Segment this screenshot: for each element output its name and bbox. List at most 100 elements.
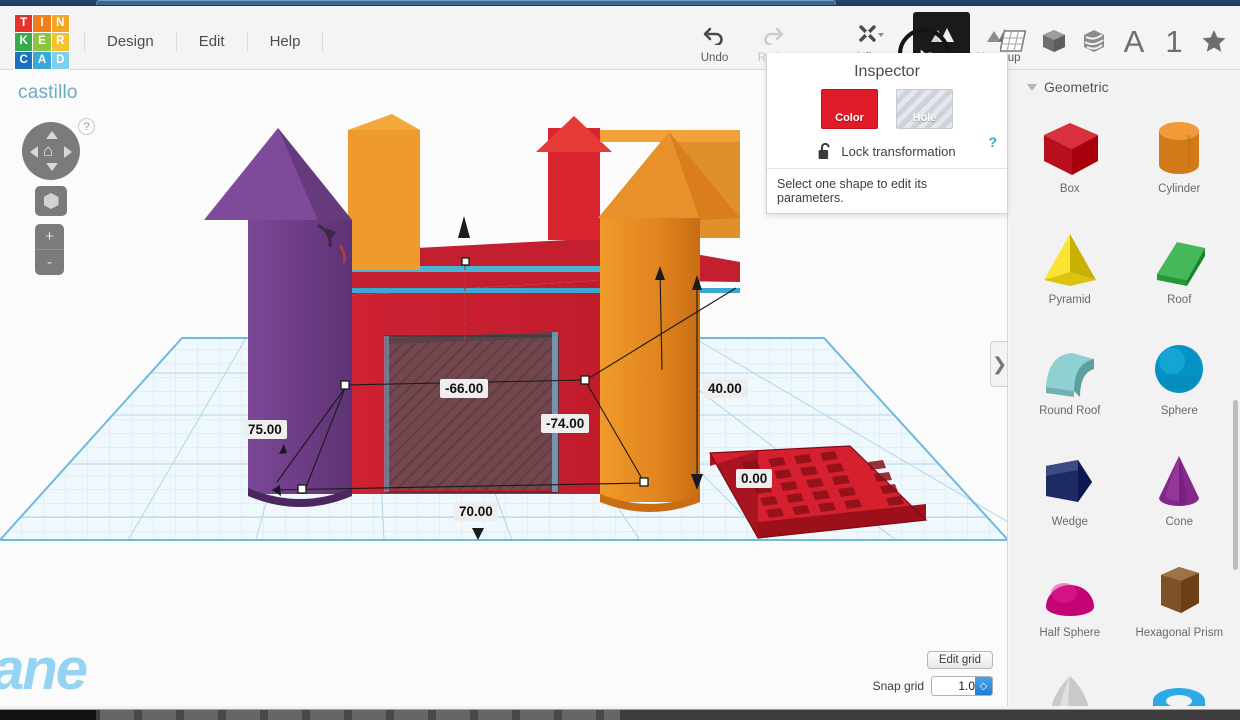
inspector-help-icon[interactable]: ? (988, 134, 997, 150)
main-menu: Design Edit Help (84, 14, 324, 70)
home-view-icon[interactable]: ⌂ (43, 142, 53, 159)
tinkercad-app: TINKERCAD DesignEditHelp UndoRedoAdjustG… (0, 0, 1240, 720)
shape-label: Hexagonal Prism (1135, 627, 1224, 639)
shape-item-paraboloid[interactable]: Paraboloid (1015, 656, 1125, 706)
shape-label: Half Sphere (1039, 627, 1101, 639)
inspector-title: Inspector (854, 63, 920, 80)
taskbar-start-area[interactable] (0, 710, 96, 720)
snap-grid-row: Snap grid 1.0 ◇ (873, 676, 993, 696)
shape-label: Round Roof (1039, 405, 1101, 417)
dimension-label[interactable]: 75.00 (243, 420, 287, 439)
shape-label: Pyramid (1048, 294, 1091, 306)
tinkercad-logo[interactable]: TINKERCAD (14, 14, 70, 70)
undo-icon (703, 22, 727, 48)
shapes-category-header[interactable]: Geometric (1009, 70, 1240, 101)
shape-label: Cylinder (1158, 183, 1201, 195)
logo-letter-n: N (51, 15, 69, 33)
view-toolbar: A1 (996, 16, 1232, 66)
hole-swatch[interactable]: Hole (896, 89, 953, 129)
dimension-label[interactable]: 0.00 (736, 469, 773, 488)
box-view-icon[interactable] (1036, 20, 1072, 62)
logo-letter-d: D (51, 51, 69, 69)
scribble-icon[interactable] (1076, 20, 1112, 62)
snap-grid-stepper-icon[interactable]: ◇ (975, 677, 992, 695)
orbit-up-icon[interactable] (46, 131, 58, 139)
dimension-label[interactable]: -74.00 (541, 414, 590, 433)
chevron-down-icon[interactable] (1027, 83, 1037, 91)
dimension-label[interactable]: 70.00 (454, 502, 498, 521)
shape-item-half-sphere[interactable]: Half Sphere (1015, 545, 1125, 654)
zoom-in-button[interactable]: + (35, 224, 64, 250)
snap-grid-select[interactable]: 1.0 ◇ (931, 676, 993, 696)
menu-item-design[interactable]: Design (84, 32, 177, 52)
shapes-scrollbar[interactable] (1233, 400, 1238, 570)
text-a-icon[interactable]: A (1116, 20, 1152, 62)
inspector-panel: Inspector Color Hole ? Lock transformati… (766, 53, 1008, 214)
pyramid-shape-icon (1034, 220, 1106, 292)
snap-grid-label: Snap grid (872, 679, 924, 693)
hole-swatch-label: Hole (912, 112, 937, 124)
shape-item-roof[interactable]: Roof (1125, 212, 1235, 321)
paraboloid-shape-icon (1034, 664, 1106, 706)
shape-item-hexagonal-prism[interactable]: Hexagonal Prism (1125, 545, 1235, 654)
workplane-watermark: lane (0, 637, 88, 702)
roof-shape-icon (1143, 220, 1215, 292)
orbit-down-icon[interactable] (46, 163, 58, 171)
view-orbit-pad[interactable]: ⌂ (22, 122, 80, 180)
half-sphere-shape-icon (1034, 553, 1106, 625)
logo-letter-t: T (15, 15, 33, 33)
logo-letter-k: K (15, 33, 33, 51)
dimension-label[interactable]: 40.00 (703, 379, 747, 398)
shape-item-round-roof[interactable]: Round Roof (1015, 323, 1125, 432)
redo-icon (760, 22, 784, 48)
dimension-label[interactable]: -66.00 (440, 379, 489, 398)
unlocked-padlock-icon (819, 142, 831, 159)
round-roof-shape-icon (1034, 331, 1106, 403)
torus-shape-icon (1143, 664, 1215, 706)
inspector-swatches: Color Hole ? (767, 89, 1007, 150)
hex-prism-shape-icon (1143, 553, 1215, 625)
shape-item-cone[interactable]: Cone (1125, 434, 1235, 543)
shape-label: Wedge (1051, 516, 1088, 528)
menu-item-edit[interactable]: Edit (177, 32, 248, 52)
shape-item-cylinder[interactable]: Cylinder (1125, 101, 1235, 210)
orbit-left-icon[interactable] (30, 146, 38, 158)
undo-button[interactable]: Undo (686, 12, 743, 72)
shape-item-torus[interactable]: Torus (1125, 656, 1235, 706)
number-1-icon[interactable]: 1 (1156, 20, 1192, 62)
snap-grid-value: 1.0 (958, 679, 975, 693)
shape-item-sphere[interactable]: Sphere (1125, 323, 1235, 432)
color-swatch[interactable]: Color (821, 89, 878, 129)
shape-label: Box (1059, 183, 1080, 195)
logo-letter-r: R (51, 33, 69, 51)
browser-tab-strip (96, 0, 836, 5)
star-icon[interactable] (1196, 20, 1232, 62)
number-1-icon-glyph: 1 (1165, 23, 1183, 59)
fit-view-button[interactable] (35, 186, 67, 216)
lock-transformation-row[interactable]: Lock transformation (767, 142, 1007, 160)
shape-item-wedge[interactable]: Wedge (1015, 434, 1125, 543)
top-bar: TINKERCAD DesignEditHelp UndoRedoAdjustG… (0, 6, 1240, 80)
project-name[interactable]: castillo (18, 82, 78, 104)
shapes-panel: Geometric Box Cylinder Pyramid Roof Round Ro… (1009, 70, 1240, 706)
orbit-right-icon[interactable] (64, 146, 72, 158)
shape-label: Cone (1165, 516, 1194, 528)
cone-shape-icon (1143, 442, 1215, 514)
taskbar-window-buttons[interactable] (100, 710, 620, 720)
group-icon (929, 22, 955, 48)
lock-transformation-label: Lock transformation (841, 143, 956, 159)
zoom-out-button[interactable]: - (35, 250, 64, 275)
color-swatch-label: Color (835, 112, 864, 124)
text-a-icon-glyph: A (1123, 23, 1145, 59)
shape-item-box[interactable]: Box (1015, 101, 1125, 210)
logo-letter-a: A (33, 51, 51, 69)
menu-item-help[interactable]: Help (248, 32, 324, 52)
panel-collapse-handle[interactable]: ❯ (990, 341, 1007, 387)
os-taskbar (0, 706, 1240, 720)
cylinder-shape-icon (1143, 109, 1215, 181)
shape-label: Roof (1167, 294, 1192, 306)
undo-label: Undo (700, 52, 729, 64)
edit-grid-button[interactable]: Edit grid (926, 651, 993, 669)
shape-item-pyramid[interactable]: Pyramid (1015, 212, 1125, 321)
sphere-shape-icon (1143, 331, 1215, 403)
